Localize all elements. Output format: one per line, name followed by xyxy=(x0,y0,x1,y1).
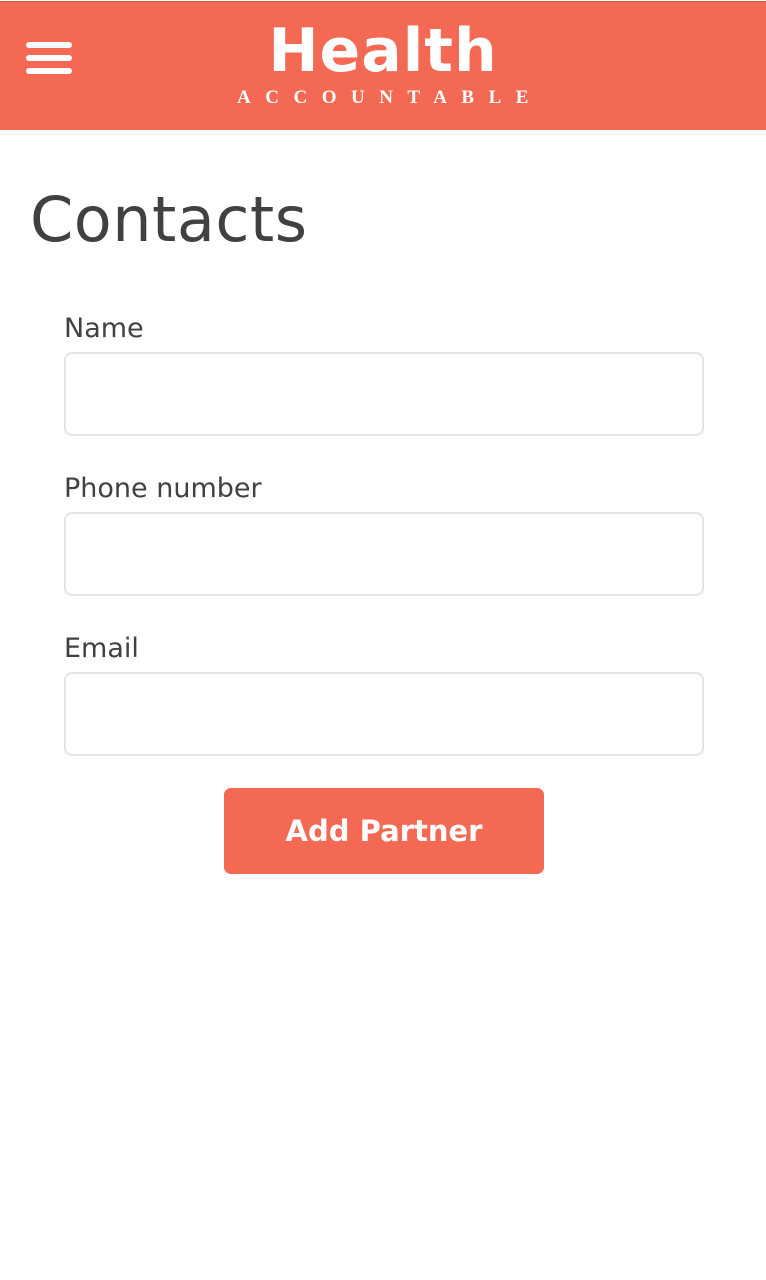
phone-number-field[interactable] xyxy=(64,512,704,596)
brand-subtitle: ACCOUNTABLE xyxy=(237,87,543,108)
name-label: Name xyxy=(64,313,144,344)
menu-button[interactable] xyxy=(26,42,74,82)
add-partner-button[interactable]: Add Partner xyxy=(224,788,544,874)
phone-number-label: Phone number xyxy=(64,473,262,504)
hamburger-menu-icon xyxy=(26,42,72,48)
app-header: Health ACCOUNTABLE xyxy=(0,1,766,130)
email-label: Email xyxy=(64,633,139,664)
brand-title: Health xyxy=(268,16,498,86)
page-title: Contacts xyxy=(30,183,308,256)
email-field[interactable] xyxy=(64,672,704,756)
name-field[interactable] xyxy=(64,352,704,436)
brand-logo: Health ACCOUNTABLE xyxy=(200,16,566,116)
